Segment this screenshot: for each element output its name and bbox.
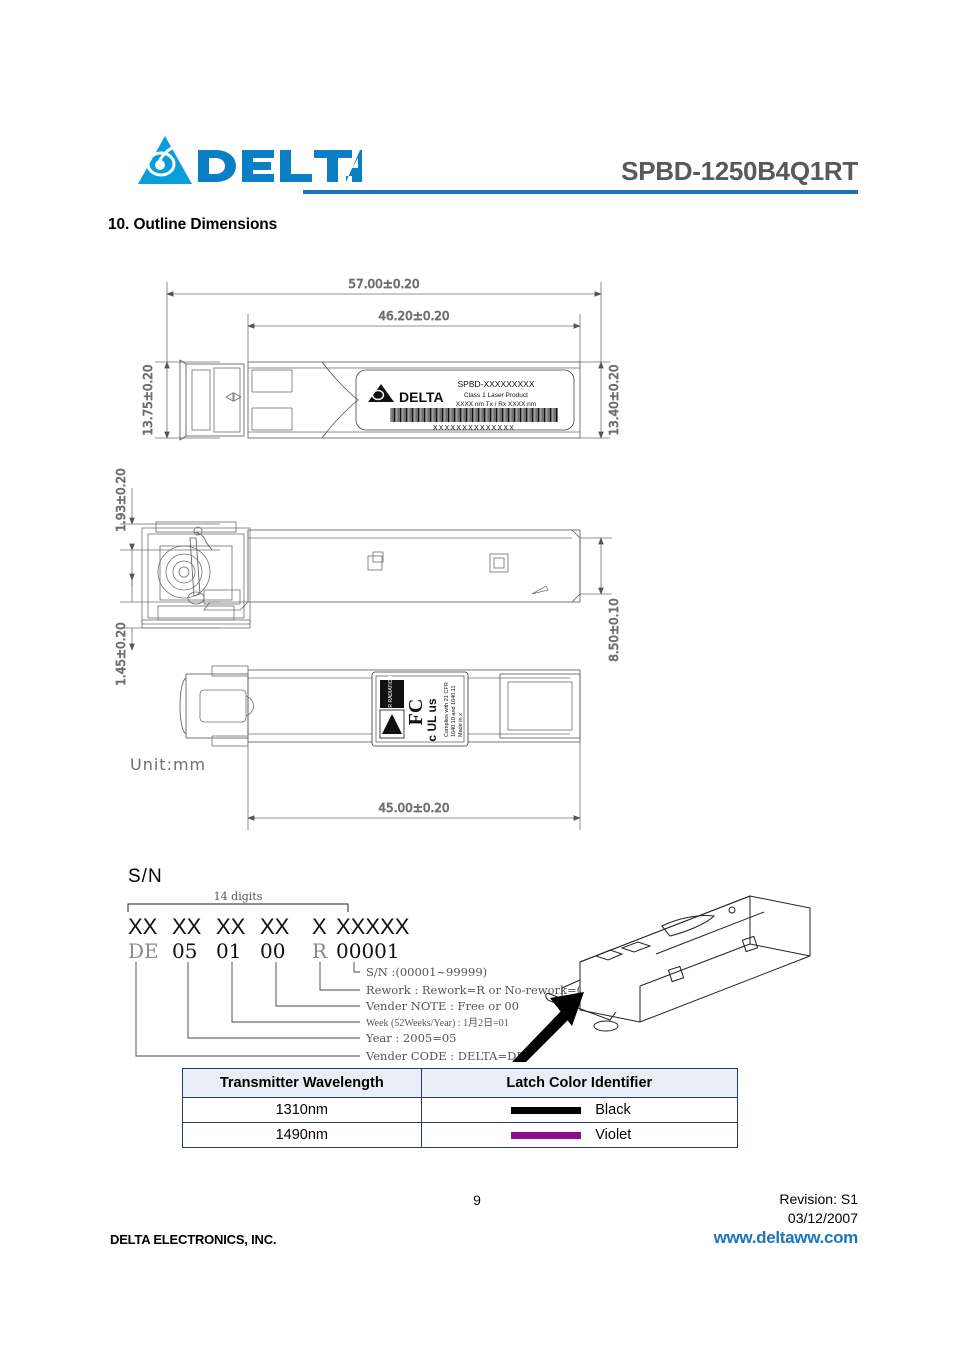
mask-group-4: X: [312, 914, 327, 939]
serial-number-block: S/N 14 digits XX XX XX XX X XXXXX DE 05: [110, 862, 850, 1062]
company-name: DELTA ELECTRONICS, INC.: [110, 1232, 277, 1247]
outline-drawing: 57.00±0.20 46.20±0.20 13.75±0.20 13.40±0…: [100, 250, 860, 870]
digits-count-label: 14 digits: [214, 890, 263, 903]
example-group-1: 05: [172, 939, 197, 963]
delta-triangle-icon: [138, 136, 192, 184]
dim-body-height: 8.50±0.10: [607, 598, 621, 662]
latch-color-table: Transmitter Wavelength Latch Color Ident…: [182, 1068, 739, 1148]
legend-item-0: S/N :(00001~99999): [366, 965, 487, 979]
dim-body-width: 13.40±0.20: [607, 364, 621, 435]
serial-number-svg: 14 digits XX XX XX XX X XXXXX DE 05 01 0…: [127, 890, 811, 1062]
unit-note: Unit:mm: [130, 755, 206, 774]
cert-caution-title: LASER RADIATION: [388, 675, 394, 720]
outline-drawing-svg: 57.00±0.20 46.20±0.20 13.75±0.20 13.40±0…: [114, 277, 621, 830]
serial-legend-list: S/N :(00001~99999) Rework : Rework=R or …: [365, 965, 584, 1062]
dim-bail-offset: 1.45±0.20: [114, 622, 128, 686]
dim-front-width: 13.75±0.20: [141, 364, 155, 435]
dim-overall-length: 57.00±0.20: [348, 277, 419, 291]
mask-group-0: XX: [128, 914, 158, 939]
color-label-violet: Violet: [595, 1127, 632, 1143]
color-swatch-black: [511, 1106, 582, 1114]
mask-group-1: XX: [172, 914, 202, 939]
website-link[interactable]: www.deltaww.com: [714, 1228, 859, 1248]
cert-line3: Made in x: [458, 713, 464, 737]
legend-item-5: Vender CODE : DELTA=DE: [365, 1049, 525, 1062]
product-label-class: Class 1 Laser Product: [464, 392, 528, 399]
product-label-part: SPBD-XXXXXXXXX: [457, 379, 534, 389]
example-group-4: R: [312, 939, 328, 963]
mask-group-2: XX: [216, 914, 246, 939]
datasheet-page: SPBD-1250B4Q1RT 10. Outline Dimensions 5…: [0, 0, 954, 1351]
page-header: SPBD-1250B4Q1RT: [0, 0, 954, 200]
dim-bottom-length: 45.00±0.20: [378, 801, 449, 815]
isometric-module-view: [545, 895, 811, 1032]
cert-line1: Complies with 21 CFR: [444, 682, 450, 737]
delta-logo: [136, 128, 364, 186]
table-row: 1310nm Black: [182, 1097, 739, 1123]
header-transmitter-wavelength: Transmitter Wavelength: [182, 1068, 422, 1098]
section-heading: 10. Outline Dimensions: [108, 216, 278, 233]
header-latch-color: Latch Color Identifier: [420, 1068, 739, 1098]
example-group-0: DE: [128, 939, 159, 963]
mask-group-3: XX: [260, 914, 290, 939]
table-header-row: Transmitter Wavelength Latch Color Ident…: [182, 1068, 739, 1098]
product-label: DELTA SPBD-XXXXXXXXX Class 1 Laser Produ…: [368, 379, 558, 432]
delta-wordmark-icon: [198, 150, 362, 182]
barcode-graphic: [390, 408, 558, 422]
cert-fcc-mark: FC: [405, 699, 427, 726]
cert-line2: 1040.10 and 1040.11: [451, 685, 457, 737]
page-title: SPBD-1250B4Q1RT: [621, 156, 858, 186]
table-row: 1490nm Violet: [182, 1122, 739, 1148]
color-label-black: Black: [595, 1102, 631, 1118]
legend-item-3: Week (52Weeks/Year) : 1月2日=01: [366, 1017, 509, 1029]
cell-wavelength-1310: 1310nm: [182, 1097, 422, 1123]
certification-label: LASER RADIATION FC c UL us Complies with…: [371, 671, 469, 747]
example-group-2: 01: [216, 939, 241, 963]
cell-wavelength-1490: 1490nm: [182, 1122, 422, 1148]
revision-date: 03/12/2007: [787, 1210, 858, 1226]
example-group-3: 00: [260, 939, 285, 963]
latch-pointer-arrow: [512, 992, 584, 1062]
dim-latch-height: 1.93±0.20: [114, 468, 128, 532]
serial-example-row: DE 05 01 00 R 00001: [128, 939, 400, 963]
revision-block: Revision: S1 03/12/2007: [779, 1190, 858, 1228]
product-label-serial: XXXXXXXXXXXXXX: [433, 425, 515, 432]
example-group-5: 00001: [336, 939, 400, 963]
color-swatch-violet: [511, 1131, 582, 1139]
revision-label: Revision: S1: [779, 1191, 858, 1207]
cell-latch-color-violet: Violet: [420, 1122, 739, 1148]
mask-group-5: XXXXX: [336, 914, 410, 939]
product-label-wavelengths: XXXX nm Tx / Rx XXXX nm: [456, 401, 536, 408]
header-rule: [303, 190, 858, 194]
cert-ul-mark: c UL us: [425, 698, 439, 741]
product-label-logo: DELTA: [399, 389, 444, 405]
legend-item-4: Year : 2005=05: [365, 1031, 456, 1045]
dim-body-length: 46.20±0.20: [378, 309, 449, 323]
serial-mask-row: XX XX XX XX X XXXXX: [128, 914, 410, 939]
legend-item-2: Vender NOTE : Free or 00: [365, 999, 519, 1013]
cell-latch-color-black: Black: [420, 1097, 739, 1123]
